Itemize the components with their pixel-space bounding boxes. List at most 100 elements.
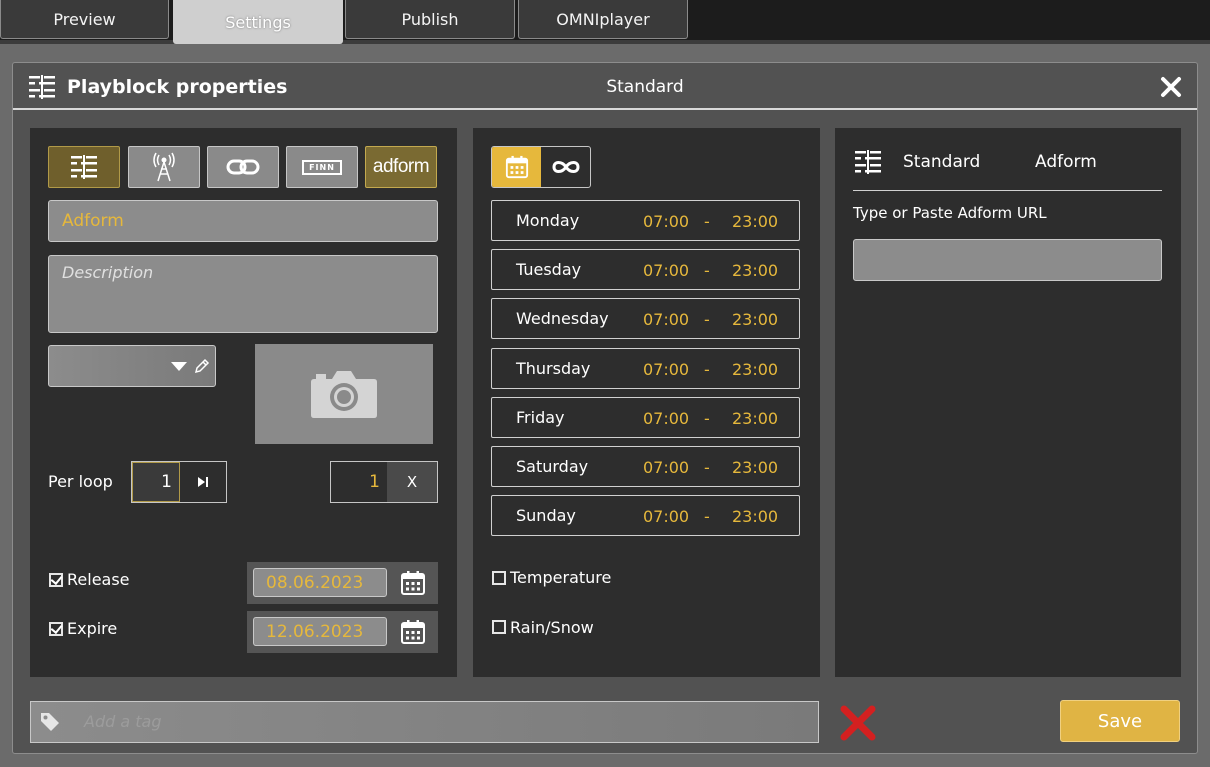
adform-url-input[interactable] [853, 239, 1162, 281]
tab-preview[interactable]: Preview [0, 0, 169, 39]
temperature-label: Temperature [510, 568, 612, 587]
expire-date-input[interactable]: 12.06.2023 [253, 617, 387, 646]
tab-publish[interactable]: Publish [345, 0, 515, 39]
calendar-icon [505, 155, 528, 179]
modal-subtitle: Standard [606, 77, 684, 97]
per-loop-stepper: 1 [131, 461, 227, 503]
day-dash: - [704, 310, 710, 329]
day-name: Saturday [516, 457, 589, 476]
day-name: Sunday [516, 506, 576, 525]
name-input[interactable]: Adform [48, 200, 438, 242]
day-from[interactable]: 07:00 [643, 507, 689, 526]
schedule-mode-calendar[interactable] [492, 147, 541, 187]
tag-icon [41, 713, 59, 731]
skip-next-icon [198, 477, 208, 487]
day-from[interactable]: 07:00 [643, 409, 689, 428]
type-button-list[interactable] [48, 146, 120, 188]
day-to[interactable]: 23:00 [732, 360, 778, 379]
schedule-row-sunday[interactable]: Sunday 07:00 - 23:00 [491, 495, 800, 536]
category-dropdown[interactable] [48, 345, 216, 387]
release-label: Release [67, 570, 130, 589]
repeat-value[interactable]: 1 [331, 462, 387, 502]
expire-date-field: 12.06.2023 [247, 611, 438, 653]
schedule-row-saturday[interactable]: Saturday 07:00 - 23:00 [491, 446, 800, 487]
per-loop-value[interactable]: 1 [132, 462, 180, 502]
schedule-panel: Monday 07:00 - 23:00 Tuesday 07:00 - 23:… [473, 128, 820, 677]
day-from[interactable]: 07:00 [643, 310, 689, 329]
type-button-finn[interactable]: FINN [286, 146, 358, 188]
list-settings-icon [71, 155, 97, 179]
rain-snow-label: Rain/Snow [510, 618, 594, 637]
playblock-properties-modal: Playblock properties Standard FINN adfor… [12, 62, 1198, 754]
day-name: Thursday [516, 359, 591, 378]
tag-placeholder: Add a tag [84, 712, 162, 731]
save-button[interactable]: Save [1060, 700, 1180, 742]
skip-next-button[interactable] [180, 462, 226, 502]
adform-url-label: Type or Paste Adform URL [853, 204, 1047, 222]
day-to[interactable]: 23:00 [732, 310, 778, 329]
day-dash: - [704, 212, 710, 231]
release-date-field: 08.06.2023 [247, 562, 438, 604]
day-dash: - [704, 360, 710, 379]
tab-adform[interactable]: Adform [1035, 152, 1097, 172]
calendar-icon[interactable] [400, 570, 426, 596]
day-from[interactable]: 07:00 [643, 360, 689, 379]
rain-snow-checkbox[interactable] [492, 620, 506, 634]
description-input[interactable]: Description [48, 255, 438, 333]
tab-standard[interactable]: Standard [903, 152, 980, 172]
divider [853, 190, 1162, 191]
type-button-broadcast[interactable] [128, 146, 200, 188]
day-dash: - [704, 507, 710, 526]
day-from[interactable]: 07:00 [643, 212, 689, 231]
calendar-icon[interactable] [400, 619, 426, 645]
link-icon [226, 159, 260, 175]
tag-input[interactable]: Add a tag [30, 701, 819, 743]
schedule-row-thursday[interactable]: Thursday 07:00 - 23:00 [491, 348, 800, 389]
day-name: Monday [516, 211, 580, 230]
tab-settings[interactable]: Settings [173, 0, 343, 44]
top-tab-bar: Preview Settings Publish OMNIplayer [0, 0, 1210, 44]
adform-logo-icon: adform [372, 156, 430, 177]
release-checkbox[interactable] [49, 573, 63, 587]
schedule-row-wednesday[interactable]: Wednesday 07:00 - 23:00 [491, 298, 800, 339]
schedule-row-friday[interactable]: Friday 07:00 - 23:00 [491, 397, 800, 438]
day-from[interactable]: 07:00 [643, 458, 689, 477]
day-to[interactable]: 23:00 [732, 458, 778, 477]
day-name: Tuesday [516, 260, 582, 279]
close-icon[interactable] [1159, 75, 1183, 99]
delete-icon[interactable] [838, 703, 878, 743]
type-button-link[interactable] [207, 146, 279, 188]
schedule-mode-toggle [491, 146, 591, 188]
repeat-x-button[interactable]: X [387, 462, 437, 502]
pencil-icon[interactable] [193, 357, 211, 375]
schedule-row-monday[interactable]: Monday 07:00 - 23:00 [491, 200, 800, 241]
expire-checkbox[interactable] [49, 622, 63, 636]
per-loop-label: Per loop [48, 472, 113, 491]
schedule-mode-infinite[interactable] [541, 147, 590, 187]
day-dash: - [704, 261, 710, 280]
broadcast-tower-icon [153, 152, 175, 182]
day-to[interactable]: 23:00 [732, 261, 778, 280]
day-dash: - [704, 458, 710, 477]
modal-header: Playblock properties Standard [13, 63, 1197, 110]
type-button-adform[interactable]: adform [365, 146, 437, 188]
day-to[interactable]: 23:00 [732, 409, 778, 428]
day-from[interactable]: 07:00 [643, 261, 689, 280]
day-name: Wednesday [516, 309, 609, 328]
adform-panel: Standard Adform Type or Paste Adform URL [835, 128, 1181, 677]
day-to[interactable]: 23:00 [732, 212, 778, 231]
chevron-down-icon [171, 362, 187, 371]
day-dash: - [704, 409, 710, 428]
temperature-checkbox[interactable] [492, 571, 506, 585]
expire-label: Expire [67, 619, 118, 638]
list-settings-icon [855, 150, 881, 174]
day-name: Friday [516, 408, 565, 427]
tab-omniplayer[interactable]: OMNIplayer [518, 0, 688, 39]
release-date-input[interactable]: 08.06.2023 [253, 568, 387, 597]
repeat-stepper: 1 X [330, 461, 438, 503]
properties-panel: FINN adform Adform Description Per loop [30, 128, 457, 677]
image-upload[interactable] [255, 344, 433, 444]
day-to[interactable]: 23:00 [732, 507, 778, 526]
finn-logo-icon: FINN [302, 159, 342, 175]
schedule-row-tuesday[interactable]: Tuesday 07:00 - 23:00 [491, 249, 800, 290]
